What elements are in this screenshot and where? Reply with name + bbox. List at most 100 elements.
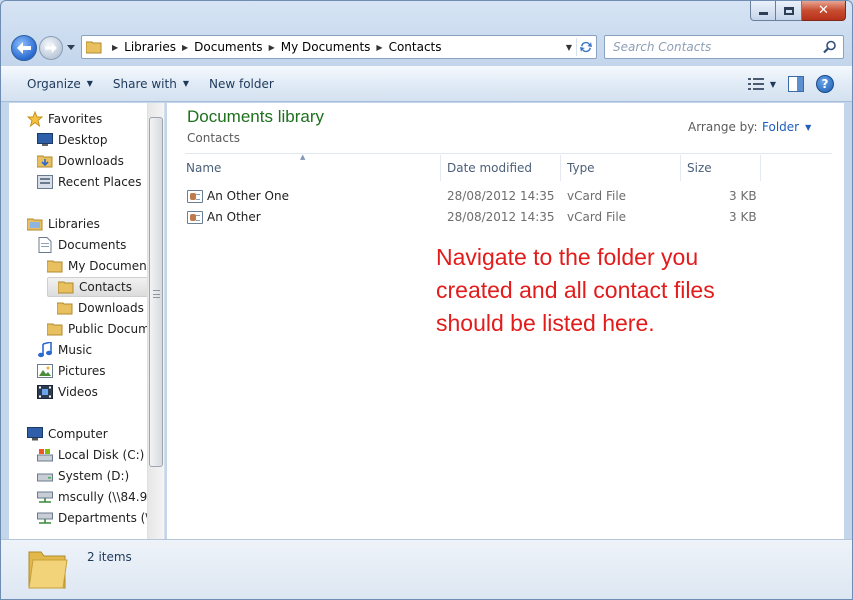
tree-item-label: Contacts bbox=[79, 280, 132, 294]
refresh-icon bbox=[579, 41, 592, 53]
tree-item-recent-places[interactable]: Recent Places bbox=[37, 172, 141, 192]
tree-item-sub-downloads[interactable]: Downloads bbox=[57, 298, 144, 318]
tree-item-downloads[interactable]: Downloads bbox=[37, 151, 124, 171]
tree-item-desktop[interactable]: Desktop bbox=[37, 130, 108, 150]
grip-icon bbox=[153, 290, 160, 298]
file-row[interactable]: An Other 28/08/2012 14:35 vCard File 3 K… bbox=[185, 207, 757, 227]
file-name: An Other bbox=[207, 210, 261, 224]
close-icon: ✕ bbox=[818, 3, 829, 18]
command-bar: Organize ▼ Share with ▼ New folder ▼ ? bbox=[1, 65, 852, 102]
tree-item-label: Recent Places bbox=[58, 175, 142, 189]
tree-item-label: System (D:) bbox=[58, 469, 130, 483]
tree-item-music[interactable]: Music bbox=[37, 340, 92, 360]
arrow-left-icon bbox=[17, 42, 31, 54]
file-name-cell: An Other bbox=[187, 210, 261, 224]
preview-pane-button[interactable] bbox=[788, 76, 804, 92]
pictures-icon bbox=[37, 363, 53, 379]
back-button[interactable] bbox=[11, 35, 37, 61]
tree-item-network-departments[interactable]: Departments (\\F bbox=[37, 508, 160, 528]
tree-item-label: mscully (\\84.93. bbox=[58, 490, 159, 504]
breadcrumb-separator-icon[interactable]: ▶ bbox=[182, 43, 188, 52]
navigation-row: ▶ Libraries ▶ Documents ▶ My Documents ▶… bbox=[9, 33, 844, 61]
tree-item-favorites[interactable]: Favorites bbox=[27, 109, 102, 129]
tree-item-label: Music bbox=[58, 343, 93, 357]
share-with-button[interactable]: Share with ▼ bbox=[103, 73, 199, 95]
desktop-icon bbox=[37, 132, 53, 148]
details-pane: 2 items bbox=[1, 539, 852, 599]
local-disk-icon bbox=[37, 447, 53, 463]
column-header-size[interactable]: Size bbox=[681, 155, 761, 181]
column-header-date-modified[interactable]: Date modified bbox=[441, 155, 561, 181]
folder-icon bbox=[47, 321, 63, 337]
minimize-icon bbox=[758, 12, 768, 15]
arrange-by-dropdown[interactable]: Folder ▼ bbox=[762, 120, 811, 134]
help-button[interactable]: ? bbox=[816, 75, 834, 93]
content-pane: Documents library Contacts Arrange by: F… bbox=[167, 103, 844, 539]
folder-icon bbox=[28, 551, 68, 589]
navigation-scrollbar[interactable] bbox=[147, 103, 164, 539]
music-icon bbox=[37, 342, 53, 358]
scrollbar-thumb[interactable] bbox=[149, 117, 163, 467]
tree-item-documents[interactable]: Documents bbox=[37, 235, 126, 255]
tree-item-label: My Documents bbox=[68, 259, 158, 273]
tree-item-label: Documents bbox=[58, 238, 127, 252]
tree-item-libraries[interactable]: Libraries bbox=[27, 214, 100, 234]
tree-item-my-documents[interactable]: My Documents bbox=[47, 256, 158, 276]
breadcrumb-separator-icon[interactable]: ▶ bbox=[112, 43, 118, 52]
breadcrumb-contacts[interactable]: Contacts bbox=[389, 40, 442, 54]
chevron-down-icon[interactable]: ▼ bbox=[770, 80, 776, 89]
forward-button[interactable] bbox=[39, 36, 63, 60]
vcard-icon bbox=[187, 211, 203, 224]
close-button[interactable]: ✕ bbox=[802, 1, 846, 21]
minimize-button[interactable] bbox=[750, 1, 776, 21]
change-view-button[interactable]: ▼ bbox=[747, 78, 776, 90]
file-name: An Other One bbox=[207, 189, 289, 203]
address-history-dropdown-icon[interactable]: ▼ bbox=[566, 43, 572, 52]
chevron-down-icon: ▼ bbox=[86, 79, 93, 88]
refresh-button[interactable] bbox=[576, 38, 594, 56]
recent-places-icon bbox=[37, 174, 53, 190]
file-type: vCard File bbox=[567, 189, 627, 203]
library-subtitle: Contacts bbox=[187, 131, 240, 145]
vcard-icon bbox=[187, 190, 203, 203]
instruction-annotation: Navigate to the folder you created and a… bbox=[436, 244, 715, 336]
search-placeholder: Search Contacts bbox=[613, 40, 712, 54]
tree-item-label: Local Disk (C:) bbox=[58, 448, 145, 462]
tree-item-label: Desktop bbox=[58, 133, 108, 147]
tree-item-pictures[interactable]: Pictures bbox=[37, 361, 106, 381]
tree-item-label: Pictures bbox=[58, 364, 106, 378]
arrange-by-label: Arrange by: bbox=[688, 120, 758, 134]
file-row[interactable]: An Other One 28/08/2012 14:35 vCard File… bbox=[185, 186, 757, 206]
file-date: 28/08/2012 14:35 bbox=[447, 189, 555, 203]
file-size: 3 KB bbox=[729, 189, 757, 203]
library-title: Documents library bbox=[187, 107, 324, 126]
toolbar-right-group: ▼ ? bbox=[747, 75, 834, 93]
breadcrumb-documents[interactable]: Documents bbox=[194, 40, 262, 54]
breadcrumb-separator-icon[interactable]: ▶ bbox=[376, 43, 382, 52]
tree-item-system-disk[interactable]: System (D:) bbox=[37, 466, 129, 486]
tree-item-computer[interactable]: Computer bbox=[27, 424, 108, 444]
tree-item-label: Libraries bbox=[48, 217, 100, 231]
organize-label: Organize bbox=[27, 76, 81, 91]
recent-pages-dropdown-icon[interactable] bbox=[67, 43, 75, 51]
libraries-icon bbox=[27, 216, 43, 232]
maximize-button[interactable] bbox=[776, 1, 802, 21]
breadcrumb-libraries[interactable]: Libraries bbox=[124, 40, 176, 54]
tree-item-local-disk[interactable]: Local Disk (C:) bbox=[37, 445, 144, 465]
organize-button[interactable]: Organize ▼ bbox=[17, 73, 103, 95]
search-input[interactable]: Search Contacts bbox=[604, 35, 844, 59]
column-header-type[interactable]: Type bbox=[561, 155, 681, 181]
address-bar[interactable]: ▶ Libraries ▶ Documents ▶ My Documents ▶… bbox=[81, 35, 597, 59]
chevron-down-icon: ▼ bbox=[805, 122, 812, 132]
videos-icon bbox=[37, 384, 53, 400]
search-icon[interactable] bbox=[823, 40, 837, 54]
folder-icon bbox=[57, 300, 73, 316]
tree-item-videos[interactable]: Videos bbox=[37, 382, 98, 402]
tree-item-contacts[interactable]: Contacts bbox=[47, 277, 149, 297]
column-header-name[interactable]: Name bbox=[180, 155, 441, 181]
breadcrumb-my-documents[interactable]: My Documents bbox=[281, 40, 371, 54]
tree-item-network-mscully[interactable]: mscully (\\84.93. bbox=[37, 487, 159, 507]
header-divider bbox=[185, 153, 832, 154]
breadcrumb-separator-icon[interactable]: ▶ bbox=[269, 43, 275, 52]
new-folder-button[interactable]: New folder bbox=[199, 73, 284, 95]
